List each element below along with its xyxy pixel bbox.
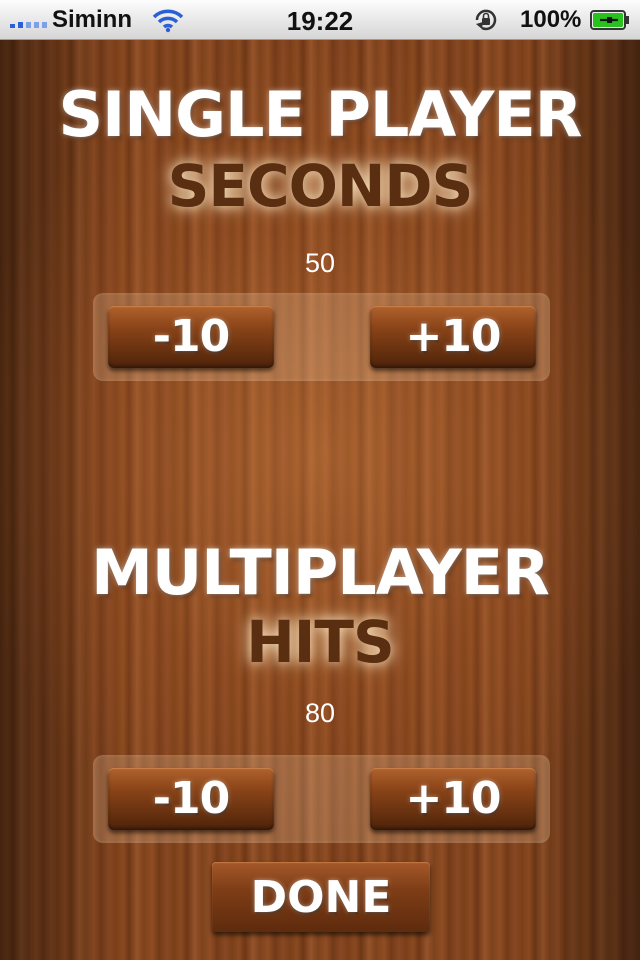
multiplayer-title: MULTIPLAYER bbox=[91, 536, 550, 609]
seconds-value: 50 bbox=[304, 248, 336, 278]
hits-decrement-button[interactable]: -10 bbox=[108, 768, 274, 830]
seconds-subtitle: SECONDS bbox=[167, 152, 474, 220]
battery-charging-icon bbox=[590, 10, 629, 30]
seconds-increment-button[interactable]: +10 bbox=[370, 306, 536, 368]
status-bar: Siminn 19:22 100% bbox=[0, 0, 640, 40]
hits-value: 80 bbox=[304, 698, 336, 728]
battery-percent: 100% bbox=[520, 6, 582, 33]
rotation-lock-icon bbox=[475, 9, 497, 31]
seconds-decrement-button[interactable]: -10 bbox=[108, 306, 274, 368]
hits-subtitle: HITS bbox=[246, 608, 394, 676]
done-button[interactable]: DONE bbox=[212, 862, 430, 932]
hits-increment-button[interactable]: +10 bbox=[370, 768, 536, 830]
single-player-title: SINGLE PLAYER bbox=[58, 78, 583, 151]
